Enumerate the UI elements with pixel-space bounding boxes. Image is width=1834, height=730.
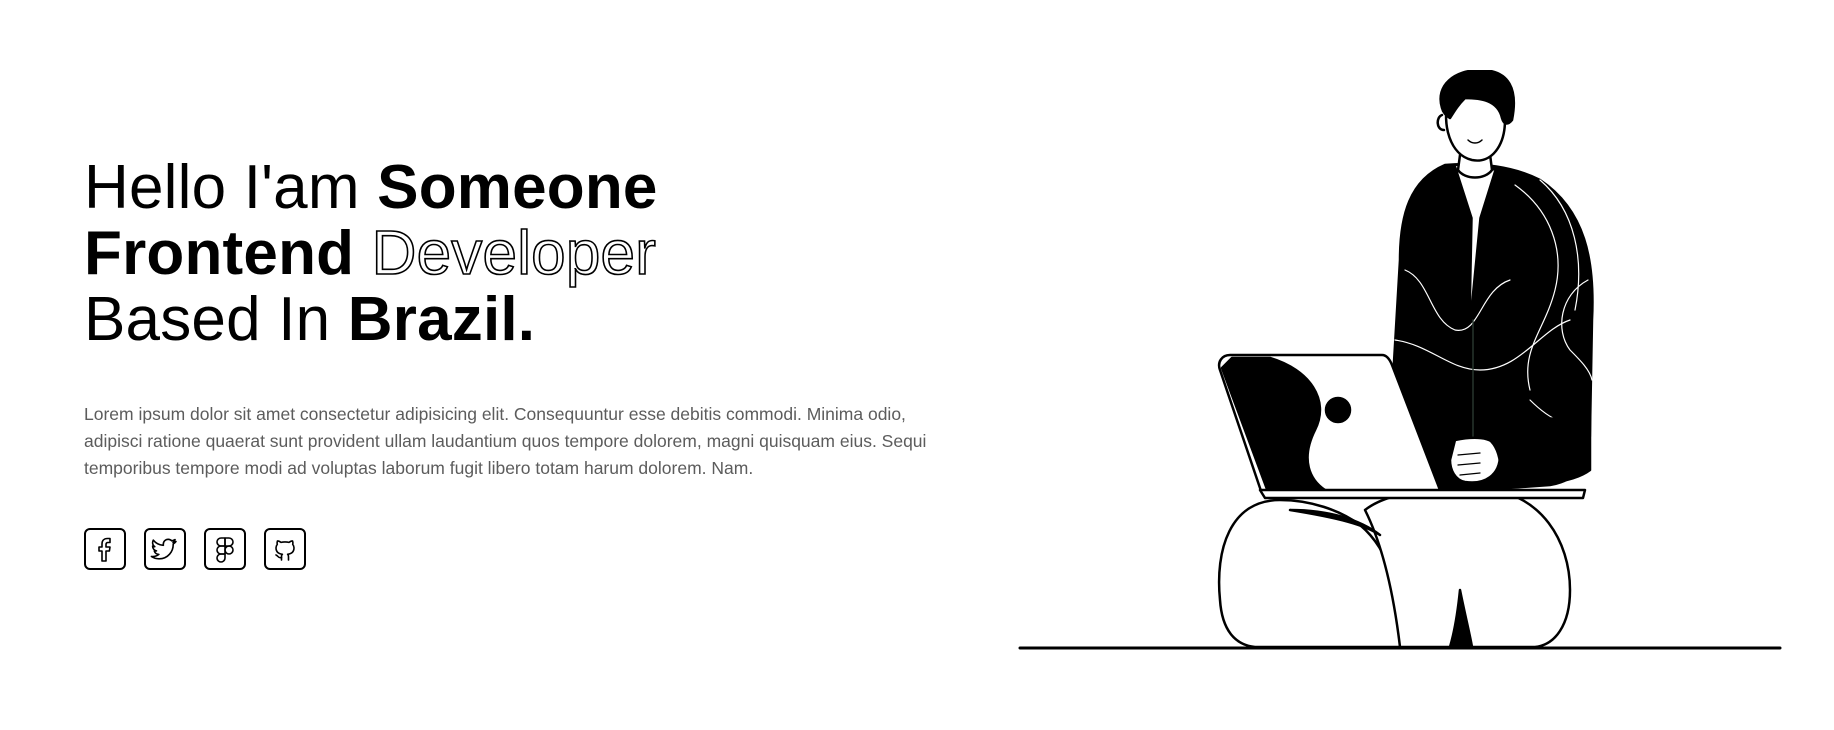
headline-role-outline: Developer [371, 219, 657, 288]
hero-headline: Hello I'am Someone Frontend Developer Ba… [84, 155, 944, 353]
headline-location: Brazil. [347, 285, 536, 354]
facebook-icon [98, 537, 111, 562]
figma-button[interactable] [204, 528, 246, 570]
facebook-button[interactable] [84, 528, 126, 570]
headline-line3-regular: Based In [84, 285, 348, 354]
social-links [84, 528, 944, 570]
headline-role: Frontend [84, 219, 372, 288]
ear [1436, 113, 1446, 132]
headline-line1-regular: Hello I'am [84, 153, 378, 222]
hero-section: Hello I'am Someone Frontend Developer Ba… [84, 155, 944, 570]
github-icon [275, 540, 295, 561]
twitter-button[interactable] [144, 528, 186, 570]
headline-name: Someone [377, 153, 658, 222]
person-with-laptop-illustration [1018, 70, 1782, 650]
twitter-icon [150, 538, 177, 560]
github-button[interactable] [264, 528, 306, 570]
figma-icon [216, 537, 234, 563]
laptop-base [1258, 488, 1587, 500]
hero-description: Lorem ipsum dolor sit amet consectetur a… [84, 404, 927, 478]
laptop-logo [1324, 396, 1352, 424]
